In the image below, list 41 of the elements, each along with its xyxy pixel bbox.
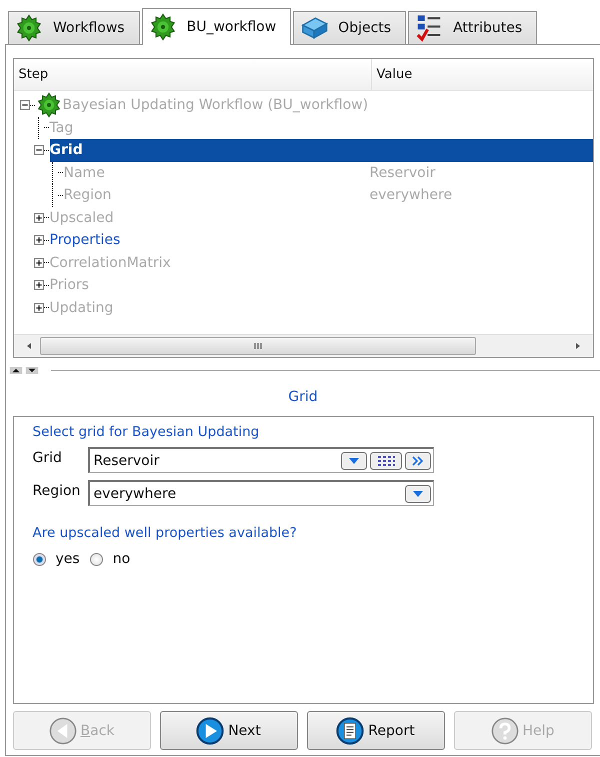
section-title: Grid: [288, 389, 318, 407]
question-text: Are upscaled well properties available?: [32, 525, 298, 541]
grid-list-icon[interactable]: [370, 450, 402, 470]
column-header[interactable]: Step: [14, 59, 372, 90]
gear-icon: [36, 92, 62, 118]
radio-button[interactable]: yes: [32, 551, 80, 567]
dropdown-field[interactable]: Reservoir: [88, 447, 434, 473]
document-icon: [336, 716, 364, 744]
double-chevron-icon[interactable]: [404, 450, 430, 470]
collapse-down-icon[interactable]: [25, 366, 39, 374]
field-label: Region: [32, 482, 82, 499]
back-icon: [48, 716, 76, 744]
tab[interactable]: BU_workflow: [142, 8, 292, 45]
column-header[interactable]: Value: [372, 59, 418, 90]
expand-icon[interactable]: [34, 235, 44, 246]
radio-button[interactable]: no: [90, 551, 130, 567]
tab[interactable]: Attributes: [408, 11, 538, 44]
gear-icon: [15, 14, 43, 42]
field-label: Grid: [32, 449, 63, 466]
expand-icon[interactable]: [34, 302, 44, 313]
value-cell: Reservoir: [370, 164, 436, 181]
collapse-icon[interactable]: [20, 100, 30, 110]
collapse-icon[interactable]: [34, 145, 44, 156]
expand-icon[interactable]: [34, 258, 44, 268]
play-icon: [196, 716, 224, 744]
expand-icon[interactable]: [34, 212, 44, 223]
scroll-thumb[interactable]: [40, 337, 476, 355]
dropdown-field[interactable]: everywhere: [88, 480, 434, 506]
wizard-button[interactable]: Next: [160, 711, 298, 750]
horizontal-scrollbar[interactable]: [14, 334, 592, 357]
tab[interactable]: Objects: [293, 11, 406, 44]
tree-item[interactable]: Properties: [50, 229, 124, 252]
value-cell: everywhere: [370, 187, 452, 204]
gear-icon: [148, 13, 177, 41]
tree-item[interactable]: Grid: [50, 139, 592, 162]
expand-icon[interactable]: [34, 280, 44, 290]
tab[interactable]: Workflows: [8, 11, 140, 44]
wizard-button[interactable]: Report: [306, 711, 444, 750]
collapse-up-icon[interactable]: [9, 366, 23, 374]
form-heading: Select grid for Bayesian Updating: [32, 424, 260, 440]
help-icon: [490, 716, 519, 744]
